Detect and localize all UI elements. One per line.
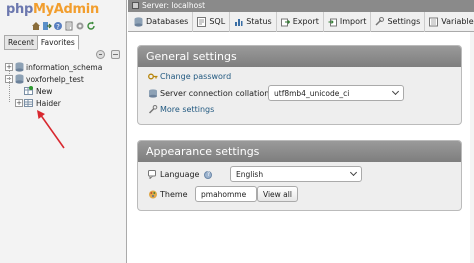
tab-status[interactable]: Status: [230, 11, 277, 32]
key-icon: [148, 73, 158, 80]
reload-icon[interactable]: [86, 21, 96, 31]
collation-value: utf8mb4_unicode_ci: [274, 89, 350, 98]
language-select[interactable]: English: [230, 166, 362, 182]
tree-item-voxforhelp-test[interactable]: − voxforhelp_test: [0, 74, 127, 86]
tab-label: Databases: [146, 17, 189, 26]
language-value: English: [236, 170, 264, 179]
database-icon: [15, 62, 24, 72]
help-icon[interactable]: ?: [204, 170, 213, 179]
svg-text:?: ?: [56, 23, 60, 31]
tab-label: SQL: [209, 17, 226, 26]
tab-sql[interactable]: SQL: [193, 11, 231, 32]
collapse-all-icon[interactable]: [96, 50, 105, 59]
sql-icon: [197, 16, 207, 27]
expand-icon[interactable]: +: [15, 99, 23, 107]
settings-icon: [375, 16, 385, 26]
new-table-icon: [24, 86, 33, 95]
tree-controls: [96, 50, 120, 59]
phpmyadmin-logo[interactable]: phpMyAdmin: [6, 2, 99, 17]
panel-title: General settings: [138, 46, 461, 67]
docs-icon[interactable]: [64, 21, 74, 31]
theme-row: Theme: [148, 190, 188, 199]
top-menu: Databases SQL Status Export Import Setti…: [128, 11, 474, 32]
more-settings-link[interactable]: More settings: [160, 105, 214, 114]
help-icon[interactable]: ?: [53, 21, 63, 31]
home-icon[interactable]: [31, 21, 41, 31]
import-icon: [328, 18, 337, 26]
tab-export[interactable]: Export: [277, 11, 324, 32]
wrench-icon: [148, 105, 158, 114]
status-icon: [235, 18, 243, 26]
language-label: Language: [160, 170, 200, 179]
tab-label: Export: [292, 17, 319, 26]
language-row: Language ?: [148, 170, 213, 179]
red-annotation-arrow: [37, 110, 65, 149]
tab-label: Variables: [441, 17, 474, 26]
more-settings-row: More settings: [148, 105, 214, 114]
tree-item-label: Haider: [36, 99, 61, 108]
settings-icon[interactable]: [75, 21, 85, 31]
logo-text-myadmin: MyAdmin: [32, 2, 99, 17]
tree-item-label: information_schema: [26, 63, 103, 72]
navigation-panel: phpMyAdmin ? Recent Favorites + informat…: [0, 0, 127, 263]
breadcrumb-bar: Server: localhost: [128, 0, 474, 12]
nav-icon-bar: ?: [31, 21, 96, 31]
collation-row: Server connection collation: ?: [148, 89, 286, 98]
tab-label: Import: [339, 17, 367, 26]
tree-item-label: New: [36, 87, 53, 96]
collation-label: Server connection collation:: [160, 89, 273, 98]
breadcrumb[interactable]: Server: localhost: [142, 1, 205, 10]
theme-label: Theme: [160, 190, 188, 199]
variables-icon: [429, 17, 439, 26]
link-with-main-icon[interactable]: [111, 50, 120, 59]
tab-import[interactable]: Import: [324, 11, 372, 32]
exit-icon[interactable]: [42, 21, 52, 31]
export-icon: [280, 18, 290, 26]
tree-item-new-table[interactable]: New: [0, 86, 127, 98]
nav-tabs: Recent Favorites: [4, 35, 79, 50]
tab-label: Settings: [387, 17, 421, 26]
theme-value: pmahomme: [201, 190, 247, 199]
tree-item-information-schema[interactable]: + information_schema: [0, 62, 127, 74]
server-icon: [132, 2, 139, 9]
tab-favorites[interactable]: Favorites: [36, 35, 79, 50]
logo-text-php: php: [6, 2, 33, 17]
view-all-themes-button[interactable]: View all: [257, 186, 298, 202]
main-scrollbar[interactable]: [470, 32, 474, 263]
panel-title: Appearance settings: [138, 141, 461, 162]
database-icon: [134, 16, 143, 27]
tree-item-label: voxforhelp_test: [26, 75, 84, 84]
tab-recent[interactable]: Recent: [4, 35, 38, 50]
tab-databases[interactable]: Databases: [128, 11, 194, 32]
theme-icon: [149, 190, 157, 199]
tab-variables[interactable]: Variables: [425, 12, 474, 32]
collation-select[interactable]: utf8mb4_unicode_ci: [268, 85, 404, 101]
language-icon: [148, 170, 156, 179]
change-password-row: Change password: [148, 72, 231, 81]
database-icon: [15, 74, 24, 84]
chevron-down-icon: [349, 168, 358, 177]
database-icon: [149, 89, 157, 98]
tab-settings[interactable]: Settings: [371, 11, 426, 32]
table-icon: [24, 99, 33, 107]
chevron-down-icon: [391, 87, 400, 96]
tab-label: Status: [246, 17, 272, 26]
change-password-link[interactable]: Change password: [160, 72, 231, 81]
theme-select[interactable]: pmahomme: [195, 186, 257, 202]
